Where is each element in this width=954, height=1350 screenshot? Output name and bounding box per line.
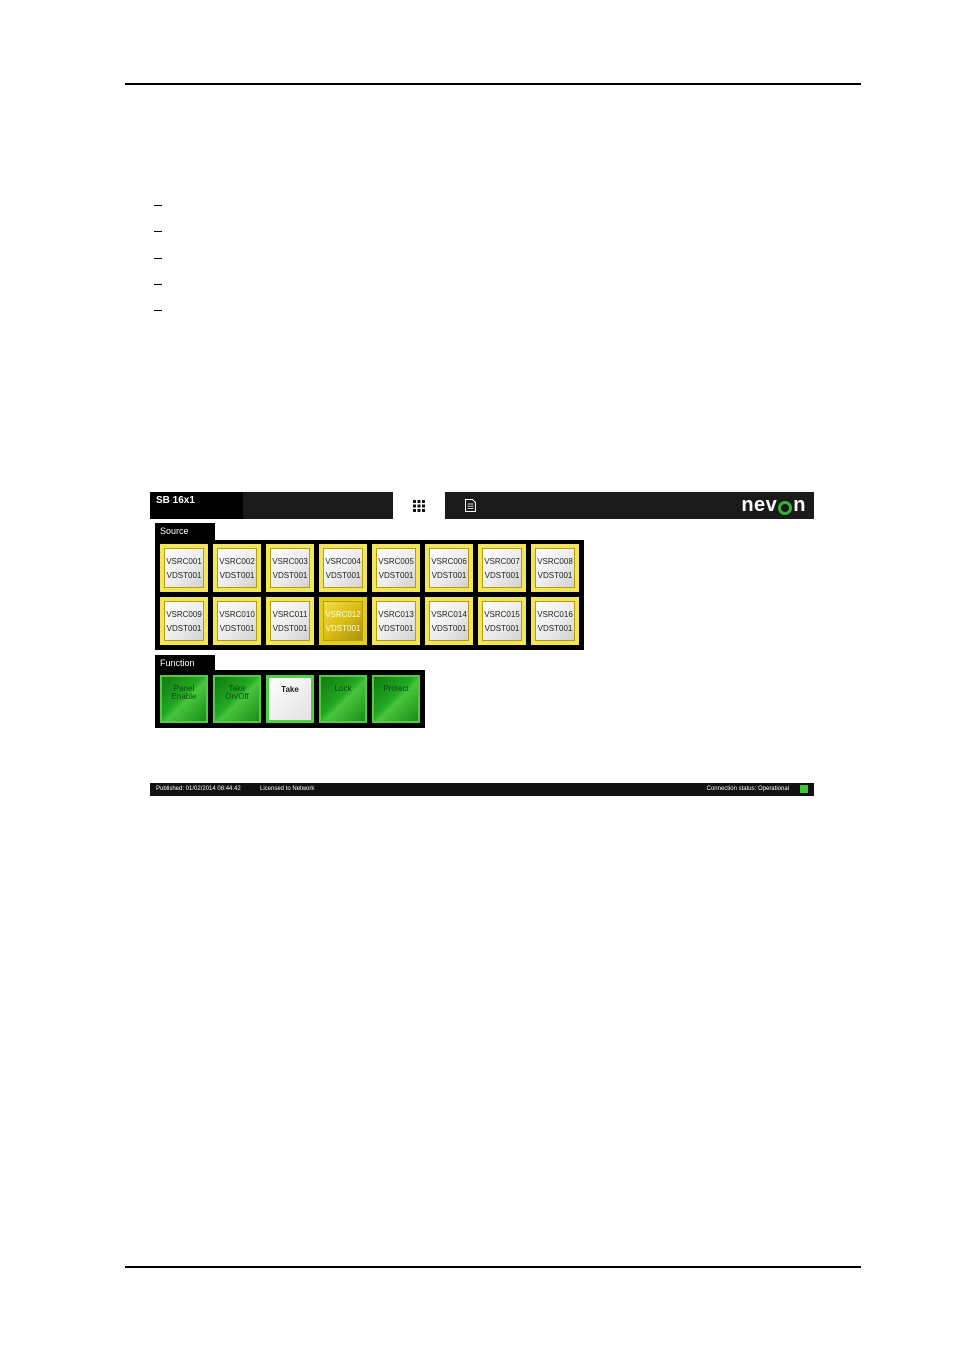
source-button-vsrc007[interactable]: VSRC007 VDST001	[478, 544, 526, 592]
panel-name: SB 16x1	[150, 492, 243, 519]
source-button-destination: VDST001	[431, 624, 467, 633]
document-icon	[464, 499, 476, 512]
source-button-label: VSRC003	[272, 557, 308, 566]
source-button-vsrc012[interactable]: VSRC012 VDST001	[319, 597, 367, 645]
source-button-grid: VSRC001 VDST001 VSRC002 VDST001 VSRC003 VDST0…	[160, 544, 579, 645]
source-button-label: VSRC009	[166, 610, 202, 619]
tab-document-view[interactable]	[455, 492, 485, 519]
source-button-destination: VDST001	[484, 624, 520, 633]
function-button-label: Lock	[334, 684, 352, 693]
source-button-label: VSRC001	[166, 557, 202, 566]
source-button-vsrc005[interactable]: VSRC005 VDST001	[372, 544, 420, 592]
list-dash	[154, 258, 162, 259]
source-button-destination: VDST001	[272, 571, 308, 580]
connection-status: Connection status: Operational	[706, 786, 789, 792]
list-dash	[154, 310, 162, 311]
source-button-label: VSRC012	[325, 610, 361, 619]
source-button-vsrc002[interactable]: VSRC002 VDST001	[213, 544, 261, 592]
nevion-logo: nev n	[741, 494, 806, 516]
grid-icon	[413, 499, 425, 512]
source-button-vsrc016[interactable]: VSRC016 VDST001	[531, 597, 579, 645]
source-button-destination: VDST001	[484, 571, 520, 580]
source-button-destination: VDST001	[325, 571, 361, 580]
function-button-label: Protect	[383, 684, 409, 693]
function-button-label-line2: Enable	[171, 692, 197, 701]
source-button-vsrc014[interactable]: VSRC014 VDST001	[425, 597, 473, 645]
function-button-protect[interactable]: Protect	[372, 675, 420, 723]
function-button-lock[interactable]: Lock	[319, 675, 367, 723]
list-dash	[154, 205, 162, 206]
function-button-grid: Panel Enable Take On/Off Take Lock Protect	[160, 675, 420, 723]
status-bar: Published: 01/02/2014 08:44:42 Licensed …	[150, 783, 814, 796]
source-button-label: VSRC015	[484, 610, 520, 619]
source-button-destination: VDST001	[166, 571, 202, 580]
source-button-label: VSRC013	[378, 610, 414, 619]
source-button-vsrc003[interactable]: VSRC003 VDST001	[266, 544, 314, 592]
source-button-vsrc001[interactable]: VSRC001 VDST001	[160, 544, 208, 592]
source-button-label: VSRC011	[272, 610, 308, 619]
source-button-label: VSRC008	[537, 557, 573, 566]
published-timestamp: Published: 01/02/2014 08:44:42	[156, 786, 241, 792]
source-button-label: VSRC006	[431, 557, 467, 566]
source-button-label: VSRC007	[484, 557, 520, 566]
source-button-destination: VDST001	[272, 624, 308, 633]
source-button-vsrc011[interactable]: VSRC011 VDST001	[266, 597, 314, 645]
source-button-destination: VDST001	[537, 571, 573, 580]
source-button-destination: VDST001	[219, 624, 255, 633]
source-button-vsrc010[interactable]: VSRC010 VDST001	[213, 597, 261, 645]
page-top-rule	[125, 83, 861, 85]
page-bottom-rule	[125, 1266, 861, 1268]
source-button-destination: VDST001	[219, 571, 255, 580]
list-dash	[154, 231, 162, 232]
function-button-panel-enable[interactable]: Panel Enable	[160, 675, 208, 723]
source-button-vsrc009[interactable]: VSRC009 VDST001	[160, 597, 208, 645]
panel-title-bar: SB 16x1 nev n	[150, 492, 814, 519]
source-button-vsrc004[interactable]: VSRC004 VDST001	[319, 544, 367, 592]
source-button-destination: VDST001	[325, 624, 361, 633]
license-text: Licensed to Network	[260, 786, 315, 792]
source-button-vsrc015[interactable]: VSRC015 VDST001	[478, 597, 526, 645]
source-button-label: VSRC004	[325, 557, 361, 566]
source-button-destination: VDST001	[378, 624, 414, 633]
source-button-vsrc013[interactable]: VSRC013 VDST001	[372, 597, 420, 645]
function-button-take[interactable]: Take	[266, 675, 314, 723]
source-button-destination: VDST001	[537, 624, 573, 633]
function-button-take-on-off[interactable]: Take On/Off	[213, 675, 261, 723]
logo-ring-icon	[778, 500, 793, 515]
function-button-label: Take	[281, 685, 299, 694]
source-button-label: VSRC010	[219, 610, 255, 619]
source-button-destination: VDST001	[431, 571, 467, 580]
function-button-label-line2: On/Off	[225, 692, 249, 701]
source-button-label: VSRC016	[537, 610, 573, 619]
connection-status-indicator	[800, 785, 808, 793]
list-dash	[154, 284, 162, 285]
source-button-destination: VDST001	[166, 624, 202, 633]
source-button-label: VSRC002	[219, 557, 255, 566]
source-button-vsrc008[interactable]: VSRC008 VDST001	[531, 544, 579, 592]
source-button-label: VSRC014	[431, 610, 467, 619]
source-button-label: VSRC005	[378, 557, 414, 566]
tab-grid-view[interactable]	[393, 492, 445, 519]
source-section-label: Source	[155, 523, 215, 540]
source-button-vsrc006[interactable]: VSRC006 VDST001	[425, 544, 473, 592]
source-button-destination: VDST001	[378, 571, 414, 580]
